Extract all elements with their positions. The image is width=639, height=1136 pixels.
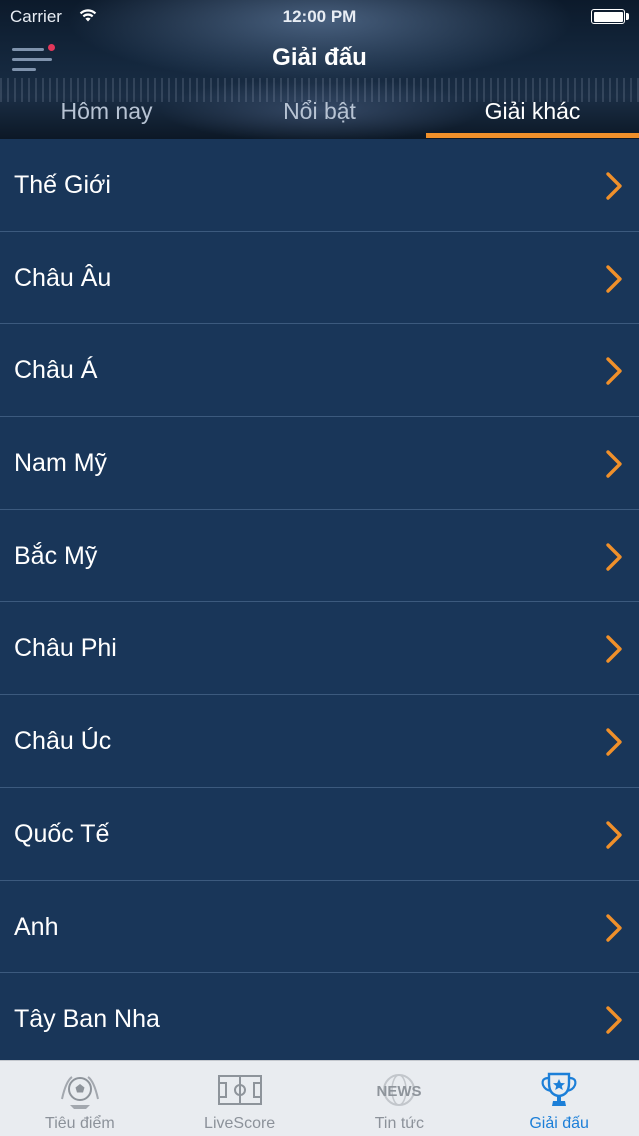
list-item-label: Quốc Tế [14,819,110,848]
chevron-right-icon [606,264,622,293]
bottom-tab-bar: Tiêu điểm LiveScore NEWS Tin tức Giải đấ… [0,1060,639,1136]
tabbar-label: LiveScore [204,1115,276,1132]
status-bar: Carrier 12:00 PM [0,0,639,34]
list-item[interactable]: Châu Âu [0,231,639,325]
list-item[interactable]: Châu Á [0,324,639,418]
chevron-right-icon [606,913,622,942]
list-item[interactable]: Anh [0,880,639,974]
tab-active-indicator [426,133,639,138]
list-item-label: Châu Phi [14,634,117,663]
list-item[interactable]: Quốc Tế [0,787,639,881]
list-item[interactable]: Tây Ban Nha [0,973,639,1060]
list-item[interactable]: Nam Mỹ [0,417,639,510]
region-list: Thế Giới Châu Âu Châu Á Nam Mỹ Bắc Mỹ Ch… [0,139,639,1060]
chevron-right-icon [606,635,622,664]
tab-other-leagues[interactable]: Giải khác [426,92,639,139]
chevron-right-icon [606,357,622,386]
tabbar-item-news[interactable]: NEWS Tin tức [320,1061,480,1136]
list-item[interactable]: Bắc Mỹ [0,509,639,603]
svg-text:NEWS: NEWS [377,1083,422,1100]
tabbar-item-livescore[interactable]: LiveScore [160,1061,320,1136]
header: Carrier 12:00 PM Giải đấu Hôm nay Nổi bậ… [0,0,639,139]
tab-featured[interactable]: Nổi bật [213,92,426,139]
list-item[interactable]: Thế Giới [0,139,639,232]
chevron-right-icon [606,1006,622,1034]
soccer-ball-icon [60,1076,99,1109]
news-globe-icon: NEWS [377,1074,422,1106]
list-item-label: Thế Giới [14,171,111,199]
tab-today[interactable]: Hôm nay [0,92,213,139]
list-item-label: Châu Á [14,356,98,385]
tabbar-item-highlights[interactable]: Tiêu điểm [0,1061,160,1136]
page-title: Giải đấu [272,44,367,71]
segment-tabs: Hôm nay Nổi bật Giải khác [0,92,639,139]
battery-icon [591,9,629,24]
chevron-right-icon [606,450,622,478]
list-item-label: Bắc Mỹ [14,541,98,570]
list-item[interactable]: Châu Úc [0,695,639,788]
chevron-right-icon [606,543,622,571]
list-item-label: Châu Úc [14,727,112,756]
list-item-label: Tây Ban Nha [14,1005,160,1034]
tabbar-item-leagues[interactable]: Giải đấu [479,1061,639,1136]
pitch-icon [217,1075,262,1105]
tabbar-label: Giải đấu [529,1115,589,1132]
list-item-label: Châu Âu [14,263,112,292]
trophy-icon [541,1072,577,1106]
list-item-label: Anh [14,912,59,941]
chevron-right-icon [606,821,622,849]
status-time: 12:00 PM [282,7,357,26]
tabbar-label: Tiêu điểm [45,1115,115,1132]
list-item[interactable]: Châu Phi [0,602,639,696]
tabbar-label: Tin tức [374,1115,424,1132]
list-item-label: Nam Mỹ [14,449,108,478]
chevron-right-icon [606,728,622,756]
chevron-right-icon [606,172,622,200]
